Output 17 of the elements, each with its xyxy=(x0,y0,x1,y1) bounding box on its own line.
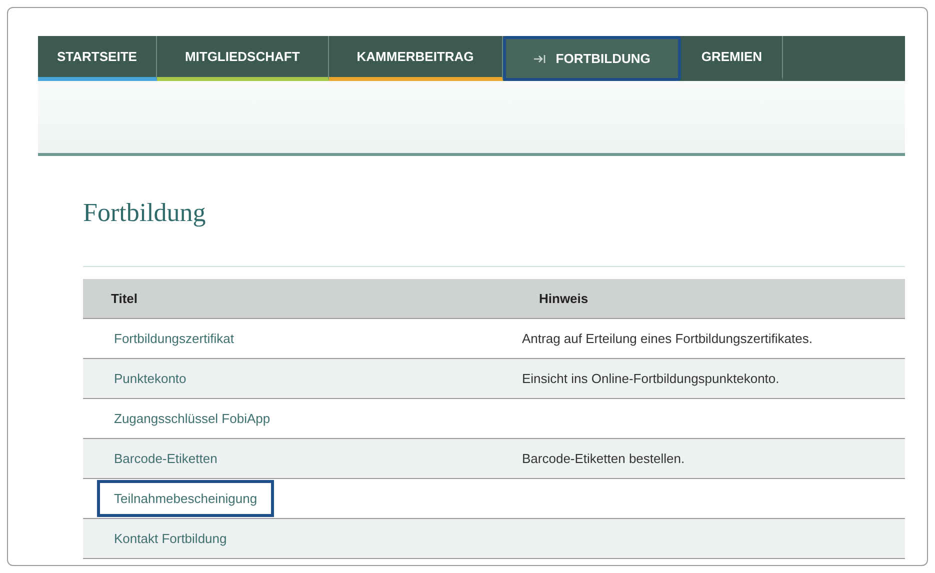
note-cell-text: Antrag auf Erteilung eines Fortbildungszertifikates. xyxy=(521,331,814,346)
nav-tab[interactable]: KAMMERBEITRAG xyxy=(328,36,503,81)
note-cell-text: Barcode-Etiketten bestellen. xyxy=(521,451,686,466)
nav-tab[interactable]: FORTBILDUNG xyxy=(502,36,682,81)
title-link[interactable]: Zugangsschlüssel FobiApp xyxy=(97,400,288,437)
column-header: Hinweis xyxy=(538,291,590,306)
note-cell-text: Einsicht ins Online-Fortbildungspunktekonto. xyxy=(521,371,780,386)
arrow-to-bar-icon xyxy=(534,54,546,64)
title-link[interactable]: Barcode-Etiketten xyxy=(97,440,234,477)
title-link[interactable]: Fortbildungszertifikat xyxy=(97,320,251,357)
page-heading: Fortbildung xyxy=(83,198,207,228)
column-header: Titel xyxy=(110,291,138,306)
title-link[interactable]: Punktekonto xyxy=(97,360,204,397)
title-link[interactable]: Teilnahmebescheinigung xyxy=(97,480,274,517)
nav-tab[interactable]: MITGLIEDSCHAFT xyxy=(156,36,329,81)
title-link[interactable]: Kontakt Fortbildung xyxy=(97,520,244,557)
nav-tab[interactable]: STARTSEITE xyxy=(38,36,157,81)
